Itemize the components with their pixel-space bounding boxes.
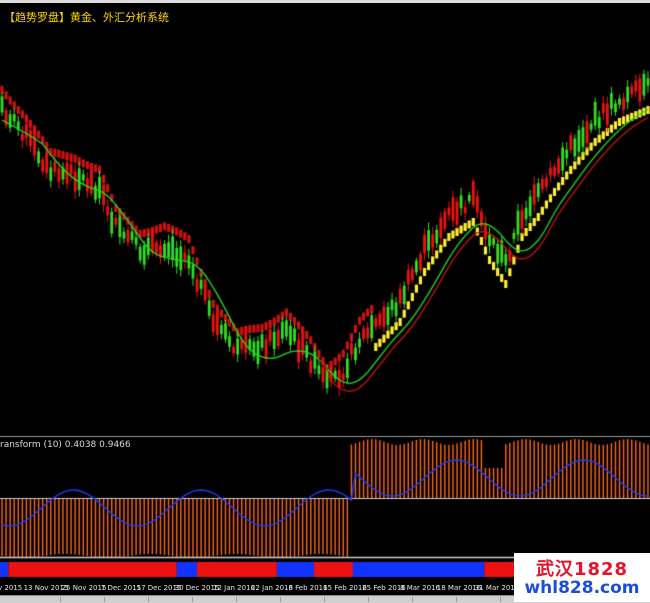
chart-tab[interactable]	[194, 597, 237, 602]
chart-tab[interactable]	[150, 597, 193, 602]
time-axis-label: ov 2015	[0, 584, 23, 592]
time-axis-label: 8 Mar 2016	[400, 584, 440, 592]
chart-tab[interactable]	[18, 597, 61, 602]
chart-tab[interactable]	[106, 597, 149, 602]
chart-tab[interactable]	[414, 597, 457, 602]
chart-tab[interactable]	[326, 597, 369, 602]
watermark-logo: 武汉1828 whl828.com	[514, 553, 650, 602]
watermark-line-2: whl828.com	[524, 578, 640, 598]
indicator-label: ransform (10) 0.4038 0.9466	[0, 440, 131, 450]
price-chart-canvas[interactable]	[0, 0, 650, 602]
chart-tab[interactable]	[458, 597, 501, 602]
time-axis-label: 25 Nov 2015	[61, 584, 107, 592]
time-axis-label: 15 Feb 2016	[323, 584, 367, 592]
window-top-border	[0, 0, 650, 3]
chart-title: 【趋势罗盘】黄金、外汇分析系统	[4, 11, 169, 24]
time-axis-label: 31 Mar 2016	[474, 584, 520, 592]
chart-tab[interactable]	[370, 597, 413, 602]
time-axis-label: 7 Dec 2015	[100, 584, 142, 592]
time-axis-label: 22 Jan 2016	[251, 584, 293, 592]
chart-tab[interactable]	[62, 597, 105, 602]
chart-tab[interactable]	[282, 597, 325, 602]
chart-tab[interactable]	[238, 597, 281, 602]
time-axis-label: 3 Feb 2016	[288, 584, 328, 592]
time-axis-label: 12 Jan 2016	[213, 584, 255, 592]
